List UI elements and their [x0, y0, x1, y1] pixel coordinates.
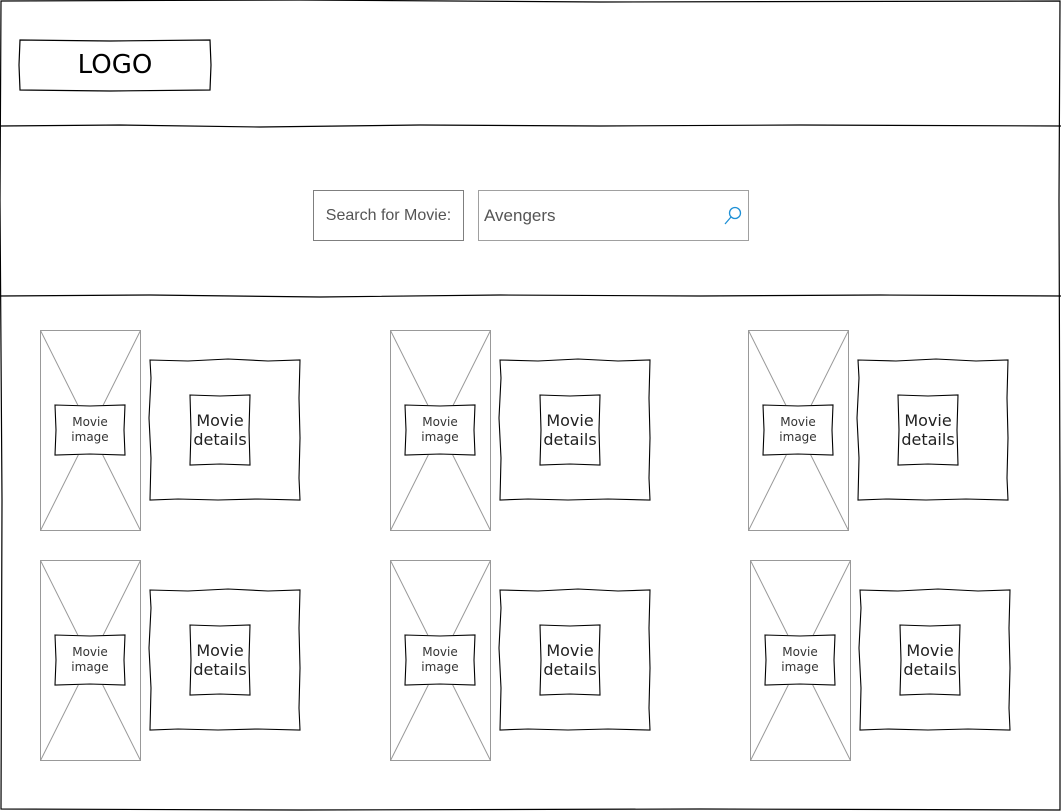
movie-details-label: Movie details — [190, 395, 250, 465]
movie-image-text: Movie image — [779, 415, 817, 444]
movie-image-label: Movie image — [763, 405, 833, 455]
search-divider — [0, 294, 1061, 298]
movie-details-text: Movie details — [543, 411, 597, 449]
movie-image-label: Movie image — [55, 405, 125, 455]
movie-image-label: Movie image — [405, 405, 475, 455]
movie-details-text: Movie details — [903, 641, 957, 679]
movie-details-label: Movie details — [900, 625, 960, 695]
movie-details-text: Movie details — [901, 411, 955, 449]
header-divider — [0, 124, 1061, 128]
movie-image-label: Movie image — [765, 635, 835, 685]
movie-image-text: Movie image — [421, 415, 459, 444]
movie-details-text: Movie details — [193, 411, 247, 449]
search-label-text: Search for Movie: — [325, 206, 452, 224]
search-label: Search for Movie: — [313, 190, 464, 241]
logo[interactable]: LOGO — [20, 40, 210, 90]
movie-details-text: Movie details — [543, 641, 597, 679]
movie-details-label: Movie details — [898, 395, 958, 465]
movie-details-label: Movie details — [540, 625, 600, 695]
movie-image-text: Movie image — [71, 645, 109, 674]
movie-image-text: Movie image — [421, 645, 459, 674]
movie-details-label: Movie details — [540, 395, 600, 465]
search-box[interactable] — [478, 190, 749, 241]
movie-image-text: Movie image — [781, 645, 819, 674]
movie-image-label: Movie image — [55, 635, 125, 685]
movie-image-text: Movie image — [71, 415, 109, 444]
movie-details-label: Movie details — [190, 625, 250, 695]
movie-image-label: Movie image — [405, 635, 475, 685]
movie-details-text: Movie details — [193, 641, 247, 679]
search-icon[interactable] — [722, 205, 744, 227]
search-input[interactable] — [479, 191, 724, 240]
logo-text: LOGO — [77, 50, 153, 80]
